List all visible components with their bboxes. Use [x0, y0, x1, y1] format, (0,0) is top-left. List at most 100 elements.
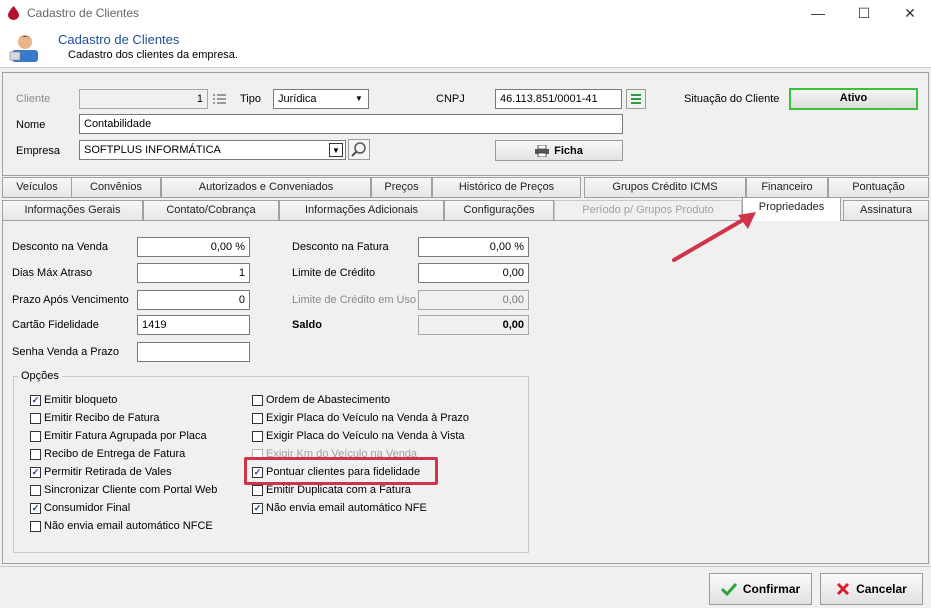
cnpj-label: CNPJ: [436, 93, 465, 105]
empresa-select[interactable]: SOFTPLUS INFORMÁTICA ▼: [79, 140, 346, 160]
field-right-label-1: Limite de Crédito: [292, 267, 376, 279]
checkbox-right-2[interactable]: [252, 431, 263, 442]
drop-icon: [8, 6, 19, 20]
cancelar-button[interactable]: Cancelar: [820, 573, 923, 605]
field-right-label-2: Limite de Crédito em Uso: [292, 294, 417, 306]
field-right-label-0: Desconto na Fatura: [292, 241, 389, 253]
field-left-input-2[interactable]: 0: [137, 290, 250, 310]
situacao-label: Situação do Cliente: [684, 93, 780, 105]
empresa-value: SOFTPLUS INFORMÁTICA: [84, 144, 221, 156]
checkbox-label-left-1[interactable]: Emitir Recibo de Fatura: [44, 412, 160, 424]
checkbox-label-right-1[interactable]: Exigir Placa do Veículo na Venda à Prazo: [266, 412, 469, 424]
tab-row2-0[interactable]: Informações Gerais: [2, 200, 143, 221]
cnpj-field[interactable]: 46.113.851/0001-41: [495, 89, 622, 109]
maximize-button[interactable]: ☐: [841, 0, 887, 28]
arrow-annotation-icon: [672, 212, 756, 262]
form-header: Cadastro de Clientes Cadastro dos client…: [0, 28, 931, 68]
field-right-input-0[interactable]: 0,00 %: [418, 237, 529, 257]
minimize-button[interactable]: —: [795, 0, 841, 28]
page-subtitle: Cadastro dos clientes da empresa.: [68, 49, 238, 61]
ficha-button[interactable]: Ficha: [495, 140, 623, 161]
checkbox-label-right-2[interactable]: Exigir Placa do Veículo na Venda à Vista: [266, 430, 465, 442]
refresh-icon: [631, 94, 641, 104]
window-title: Cadastro de Clientes: [27, 6, 140, 20]
field-left-label-0: Desconto na Venda: [12, 241, 109, 253]
tab-6[interactable]: Financeiro: [746, 177, 828, 198]
checkbox-left-3[interactable]: [30, 449, 41, 460]
confirmar-button[interactable]: Confirmar: [709, 573, 812, 605]
field-right-label-3: Saldo: [292, 319, 322, 331]
checkbox-label-right-5[interactable]: Emitir Duplicata com a Fatura: [266, 484, 411, 496]
checkbox-label-left-5[interactable]: Sincronizar Cliente com Portal Web: [44, 484, 217, 496]
user-icon: [9, 35, 38, 62]
field-left-label-2: Prazo Após Vencimento: [12, 294, 129, 306]
checkbox-right-0[interactable]: [252, 395, 263, 406]
page-title: Cadastro de Clientes: [58, 32, 180, 47]
checkbox-left-4[interactable]: ✓: [30, 467, 41, 478]
footer-divider: [0, 566, 931, 567]
chevron-down-icon: ▼: [329, 143, 343, 157]
tipo-label: Tipo: [240, 93, 261, 105]
tab-row2-6[interactable]: Assinatura: [843, 200, 929, 221]
checkbox-right-6[interactable]: ✓: [252, 503, 263, 514]
tab-7[interactable]: Pontuação: [828, 177, 929, 198]
tab-2[interactable]: Autorizados e Conveniados: [161, 177, 371, 198]
nome-label: Nome: [16, 119, 46, 131]
nome-field[interactable]: Contabilidade: [79, 114, 623, 134]
checkbox-label-left-4[interactable]: Permitir Retirada de Vales: [44, 466, 172, 478]
checkbox-label-right-0[interactable]: Ordem de Abastecimento: [266, 394, 390, 406]
field-right-input-3: 0,00: [418, 315, 529, 335]
tab-4[interactable]: Histórico de Preços: [432, 177, 581, 198]
checkbox-label-left-6[interactable]: Consumidor Final: [44, 502, 130, 514]
cliente-label: Cliente: [16, 93, 51, 105]
refresh-cnpj-button[interactable]: [626, 89, 646, 109]
checkbox-label-left-3[interactable]: Recibo de Entrega de Fatura: [44, 448, 185, 460]
checkbox-label-right-6[interactable]: Não envia email automático NFE: [266, 502, 427, 514]
tab-row2-1[interactable]: Contato/Cobrança: [143, 200, 279, 221]
field-left-label-4: Senha Venda a Prazo: [12, 346, 120, 358]
highlight-annotation: [244, 457, 438, 485]
checkbox-left-6[interactable]: ✓: [30, 503, 41, 514]
checkbox-right-1[interactable]: [252, 413, 263, 424]
status-badge[interactable]: Ativo: [789, 88, 918, 110]
field-right-input-2: 0,00: [418, 290, 529, 310]
checkbox-label-left-2[interactable]: Emitir Fatura Agrupada por Placa: [44, 430, 207, 442]
checkbox-left-2[interactable]: [30, 431, 41, 442]
field-left-label-1: Dias Máx Atraso: [12, 267, 93, 279]
checkbox-right-5[interactable]: [252, 485, 263, 496]
tab-0[interactable]: Veículos: [2, 177, 72, 198]
empresa-search-button[interactable]: [348, 139, 370, 160]
tab-5[interactable]: Grupos Crédito ICMS: [584, 177, 746, 198]
cliente-field: 1: [79, 89, 208, 109]
tab-row2-3[interactable]: Configurações: [444, 200, 554, 221]
checkbox-label-left-0[interactable]: Emitir bloqueto: [44, 394, 117, 406]
field-left-input-0[interactable]: 0,00 %: [137, 237, 250, 257]
checkbox-left-1[interactable]: [30, 413, 41, 424]
field-right-input-1[interactable]: 0,00: [418, 263, 529, 283]
field-left-input-3[interactable]: 1419: [137, 315, 250, 335]
search-icon: [351, 142, 366, 157]
tipo-value: Jurídica: [278, 93, 317, 105]
checkbox-left-0[interactable]: ✓: [30, 395, 41, 406]
ficha-label: Ficha: [554, 144, 583, 157]
title-bar: Cadastro de Clientes — ☐ ✕: [0, 0, 931, 28]
field-left-input-4[interactable]: [137, 342, 250, 362]
printer-icon: [535, 144, 550, 157]
tipo-select[interactable]: Jurídica ▼: [273, 89, 369, 109]
empresa-label: Empresa: [16, 145, 61, 157]
checkbox-left-7[interactable]: [30, 521, 41, 532]
field-left-input-1[interactable]: 1: [137, 263, 250, 283]
cancelar-label: Cancelar: [856, 582, 907, 596]
tab-row2-2[interactable]: Informações Adicionais: [279, 200, 444, 221]
list-icon[interactable]: [212, 92, 228, 106]
confirmar-label: Confirmar: [742, 582, 801, 596]
checkbox-left-5[interactable]: [30, 485, 41, 496]
check-icon: [720, 582, 737, 596]
tab-3[interactable]: Preços: [371, 177, 432, 198]
checkbox-label-left-7[interactable]: Não envia email automático NFCE: [44, 520, 213, 532]
field-left-label-3: Cartão Fidelidade: [12, 319, 99, 331]
close-button[interactable]: ✕: [887, 0, 931, 28]
chevron-down-icon: ▼: [355, 94, 363, 103]
x-icon: [837, 582, 850, 596]
tab-1[interactable]: Convênios: [71, 177, 161, 198]
